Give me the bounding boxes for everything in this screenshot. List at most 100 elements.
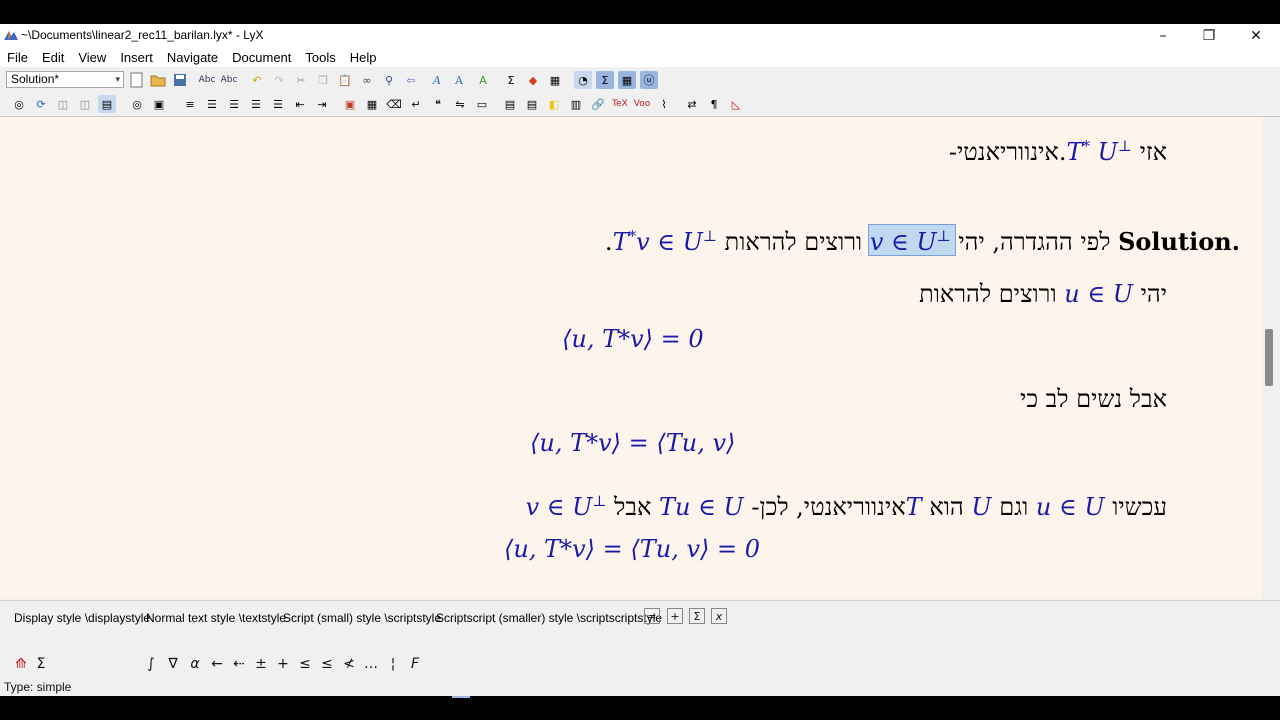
line5-math-T[interactable]: T [906,493,922,521]
line5-math-Tu-in-U[interactable]: Tu ∈ U [659,493,744,521]
noun-style-icon[interactable]: A [450,71,468,89]
equals-box-icon[interactable]: = [644,608,660,624]
equation-2[interactable]: ⟨u, T*v⟩ = ⟨Tu, v⟩ [530,429,735,457]
negated-relations-icon[interactable]: ≮ [340,655,358,673]
update-master-icon[interactable]: ◫ [76,95,94,113]
relations-misc-icon[interactable]: ≤ [318,655,336,673]
open-folder-icon[interactable] [149,71,167,89]
insert-crossref-icon[interactable]: ↵ [407,95,425,113]
new-document-icon[interactable] [128,71,146,89]
arrows-icon[interactable]: ← [208,655,226,673]
insert-label-icon[interactable]: ⌫ [385,95,403,113]
insert-program-listing-icon[interactable]: Voo [633,95,651,113]
insert-footnote-icon[interactable]: ▤ [501,95,519,113]
math-macros-icon[interactable]: ⓤ [640,71,658,89]
line2-selected-math[interactable]: v ∈ U [870,228,937,256]
toggle-language-icon[interactable]: ⇄ [683,95,701,113]
toc-icon[interactable]: ◔ [574,71,592,89]
insert-margin-note-icon[interactable]: ▤ [523,95,541,113]
insert-table-float-icon[interactable]: ▦ [363,95,381,113]
paste-icon[interactable]: 📋 [336,71,354,89]
redo-icon[interactable]: ↷ [270,71,288,89]
insert-index-icon[interactable]: ⇋ [451,95,469,113]
functions-icon[interactable]: F [406,655,424,673]
math-sum-icon[interactable]: Σ [502,71,520,89]
nabla-icon[interactable]: ∇ [164,655,182,673]
document-editor[interactable]: -אינווריאנטי.T* U⊥ אזי .T*v ∈ U⊥ ורוצים … [0,117,1262,599]
menu-edit[interactable]: Edit [35,50,71,65]
sum-box-icon[interactable]: Σ [689,608,705,624]
dots-icon[interactable]: … [362,655,380,673]
cut-icon[interactable]: ✂ [292,71,310,89]
matrix-panel-icon[interactable]: ▦ [618,71,636,89]
accept-change-icon[interactable]: ▣ [150,95,168,113]
insert-note-icon[interactable]: ◧ [545,95,563,113]
increase-depth-icon[interactable]: ⇥ [313,95,331,113]
insert-citation-icon[interactable]: ❝ [429,95,447,113]
menu-document[interactable]: Document [225,50,298,65]
list-icon[interactable]: ☰ [269,95,287,113]
apply-style-icon[interactable]: A [474,71,492,89]
continuous-spellcheck-icon[interactable]: Abc [220,71,238,89]
insert-graphics-icon[interactable]: ◆ [524,71,542,89]
line2-math-v-in-U[interactable]: v ∈ U [636,228,703,256]
line5-math-u-in-U[interactable]: u ∈ U [1036,493,1105,521]
line5-math-v-in-U[interactable]: v ∈ U [526,493,593,521]
align-right-icon[interactable]: ☰ [247,95,265,113]
sum-icon[interactable]: Σ [32,655,50,673]
insert-figure-icon[interactable]: ▣ [341,95,359,113]
equation-1[interactable]: ⟨u, T*v⟩ = 0 [562,325,704,353]
plus-minus-icon[interactable]: ± [252,655,270,673]
menu-help[interactable]: Help [343,50,384,65]
paragraph-layout-select[interactable]: Solution* ▾ [6,71,124,88]
align-justify-icon[interactable]: ≡ [181,95,199,113]
find-replace-icon[interactable]: ∞ [358,71,376,89]
spellcheck-icon[interactable]: Abc [198,71,216,89]
misc-symbols-icon[interactable]: ¦ [384,655,402,673]
align-center-icon[interactable]: ☰ [225,95,243,113]
insert-math-frac-icon[interactable]: ⟰ [12,655,30,673]
insert-table-icon[interactable]: ▦ [546,71,564,89]
save-icon[interactable] [171,71,189,89]
x-box-icon[interactable]: x [711,608,727,624]
greek-alpha-icon[interactable]: α [186,655,204,673]
view-master-icon[interactable]: ◫ [54,95,72,113]
line1-math-T[interactable]: T [1066,138,1082,166]
line2-math-T[interactable]: T [613,228,629,256]
plus-box-icon[interactable]: + [667,608,683,624]
undo-icon[interactable]: ↶ [248,71,266,89]
scriptscript-style-button[interactable]: Scriptscript (smaller) style \scriptscri… [436,611,662,625]
copy-icon[interactable]: ❐ [314,71,332,89]
operators-icon[interactable]: + [274,655,292,673]
display-style-button[interactable]: Display style \displaystyle [14,611,150,625]
insert-nomenclature-icon[interactable]: ▭ [473,95,491,113]
line5-math-U[interactable]: U [971,493,991,521]
menu-tools[interactable]: Tools [298,50,342,65]
scrollbar-thumb[interactable] [1265,329,1273,386]
attach-file-icon[interactable]: ⌇ [655,95,673,113]
dashed-arrows-icon[interactable]: ⇠ [230,655,248,673]
align-left-icon[interactable]: ☰ [203,95,221,113]
view-icon[interactable]: ◎ [10,95,28,113]
close-button[interactable]: ✕ [1233,24,1279,47]
integral-icon[interactable]: ∫ [142,655,160,673]
equation-3[interactable]: ⟨u, T*v⟩ = ⟨Tu, v⟩ = 0 [504,535,760,563]
change-tracking-icon[interactable]: ◎ [128,95,146,113]
emphasis-icon[interactable]: A [428,71,446,89]
update-icon[interactable]: ⟳ [32,95,50,113]
output-icon[interactable]: ▤ [98,95,116,113]
minimize-button[interactable]: – [1140,24,1186,47]
maximize-button[interactable]: ❐ [1186,24,1232,47]
view-source-icon[interactable]: ◺ [727,95,745,113]
search-icon[interactable]: ⚲ [380,71,398,89]
insert-box-icon[interactable]: ▥ [567,95,585,113]
relations-icon[interactable]: ≤ [296,655,314,673]
line1-math-U[interactable]: U [1098,138,1118,166]
paragraph-direction-icon[interactable]: ¶ [705,95,723,113]
script-style-button[interactable]: Script (small) style \scriptstyle [283,611,441,625]
insert-hyperlink-icon[interactable]: 🔗 [589,95,607,113]
menu-file[interactable]: File [0,50,35,65]
back-arrow-icon[interactable]: ⇦ [402,71,420,89]
line3-math-u-in-U[interactable]: u ∈ U [1064,280,1133,308]
text-style-button[interactable]: Normal text style \textstyle [146,611,286,625]
